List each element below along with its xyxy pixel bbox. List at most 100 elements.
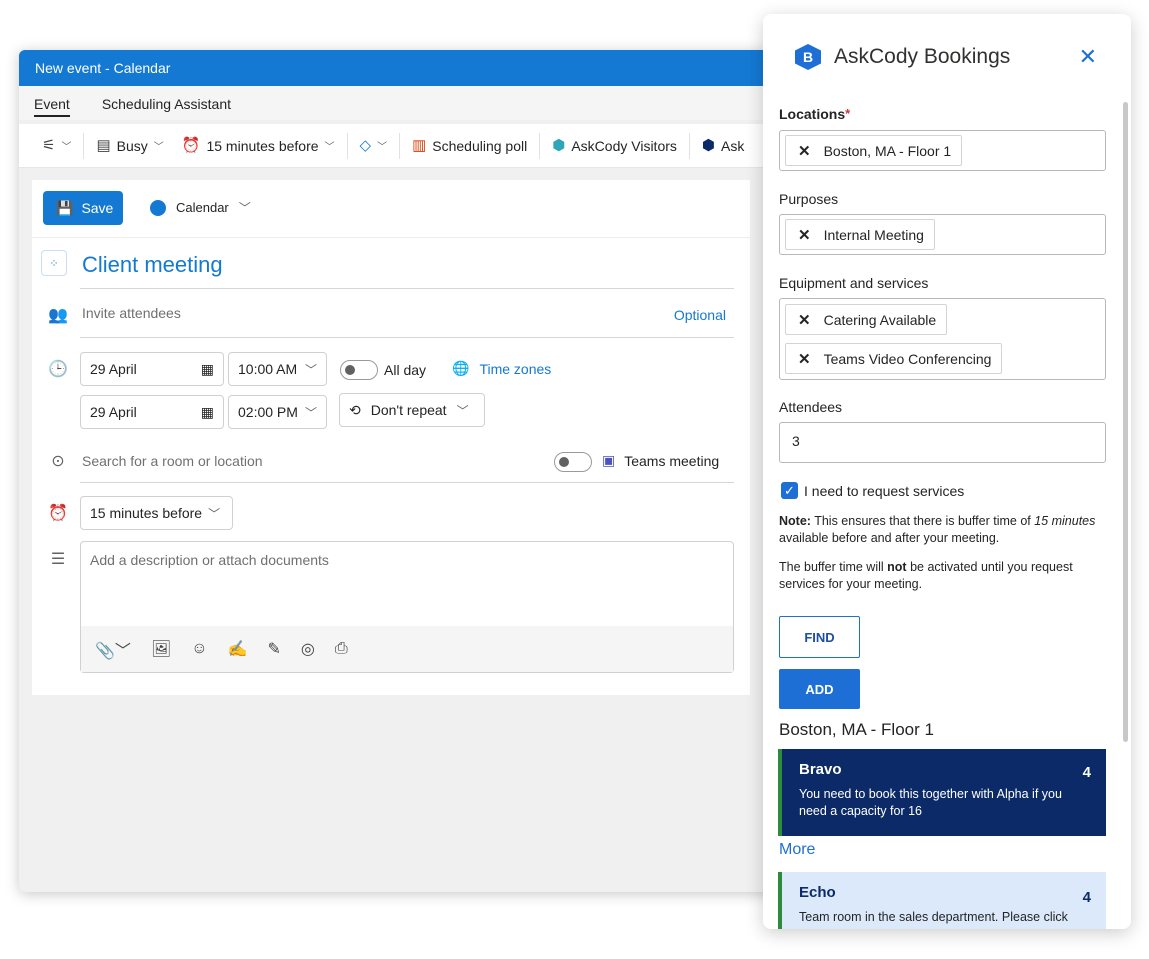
tag-icon: ◇ (359, 137, 372, 154)
insert-icon[interactable]: ⎙ (335, 640, 348, 658)
tab-scheduling-assistant[interactable]: Scheduling Assistant (102, 96, 231, 120)
all-day-toggle[interactable] (340, 360, 378, 380)
scheduling-poll-button[interactable]: ▥ Scheduling poll (403, 132, 536, 160)
location-search-input[interactable]: Search for a room or location (82, 453, 263, 469)
locations-label-text: Locations (779, 106, 846, 122)
room-description: You need to book this together with Alph… (799, 787, 1062, 818)
purposes-picker[interactable]: ✕ Internal Meeting (779, 214, 1106, 255)
draw-icon[interactable]: ✎ (268, 639, 281, 659)
add-button[interactable]: ADD (779, 669, 860, 709)
request-services-checkbox[interactable]: ✓ (781, 482, 798, 499)
chevron-down-icon: ﹀ (153, 142, 164, 153)
equipment-chip[interactable]: ✕ Teams Video Conferencing (785, 343, 1003, 374)
note-end: available before and after your meeting. (779, 531, 1000, 545)
equipment-chip-label: Catering Available (823, 311, 937, 328)
categorize-dropdown[interactable]: ◇ ﹀ (351, 132, 397, 160)
save-button[interactable]: 💾 Save (43, 191, 123, 225)
calendar-color-dot (150, 199, 166, 216)
emoji-icon[interactable]: ☺ (191, 640, 207, 658)
toolbar-divider (688, 132, 690, 159)
teams-meeting-toggle[interactable] (554, 452, 592, 472)
start-date-value: 29 April (90, 361, 137, 377)
toolbar-divider (346, 132, 348, 159)
reminder-dropdown[interactable]: ⏰ 15 minutes before ﹀ (173, 132, 344, 160)
teams-meeting-label: Teams meeting (624, 452, 720, 469)
repeat-label: Don't repeat (370, 402, 447, 418)
title-underline (80, 288, 734, 289)
equipment-label: Equipment and services (779, 275, 929, 291)
show-as-label: Busy (116, 137, 148, 154)
start-time-value: 10:00 AM (238, 361, 298, 377)
repeat-icon: ⟲ (349, 401, 361, 418)
description-editor[interactable]: Add a description or attach documents 📎﹀… (80, 541, 734, 673)
teams-meeting-label-group: ▣ Teams meeting (602, 452, 719, 469)
attendees-input[interactable]: 3 (779, 422, 1106, 463)
askcody-logo-icon: B (795, 44, 821, 70)
askcody-bookings-button[interactable]: ⬢ Ask (693, 132, 753, 160)
room-card[interactable]: Bravo 4 You need to book this together w… (778, 749, 1106, 836)
more-link[interactable]: More (779, 841, 815, 859)
locations-picker[interactable]: ✕ Boston, MA - Floor 1 (779, 130, 1106, 171)
end-date-field[interactable]: 29 April ▦ (80, 395, 224, 429)
editor-toolbar: 📎﹀ 🖼 ☺ ✍ ✎ ◎ ⎙ (81, 626, 733, 672)
purpose-chip-label: Internal Meeting (823, 226, 924, 243)
invite-attendees-input[interactable]: Invite attendees (82, 305, 181, 321)
add-person-icon: 👥 (48, 307, 68, 324)
outlook-event-window: New event - Calendar Event Scheduling As… (19, 50, 799, 892)
options-dropdown[interactable]: ⚟ ﹀ (33, 132, 80, 160)
buffer-pre: The buffer time will (779, 560, 888, 574)
alarm-icon: ⏰ (48, 505, 68, 522)
optional-attendees-link[interactable]: Optional (674, 307, 726, 323)
calendar-icon: ▦ (200, 360, 214, 377)
room-card[interactable]: Echo 4 Team room in the sales department… (778, 872, 1106, 929)
remove-icon[interactable]: ✕ (798, 350, 811, 368)
description-placeholder: Add a description or attach documents (90, 552, 329, 568)
image-icon[interactable]: 🖼 (151, 639, 171, 659)
askcody-visitors-button[interactable]: ⬢ AskCody Visitors (543, 132, 686, 160)
remove-icon[interactable]: ✕ (798, 142, 811, 160)
tab-event[interactable]: Event (34, 96, 70, 120)
panel-scrollbar[interactable] (1123, 102, 1128, 742)
calendar-selector[interactable]: Calendar ﹀ (150, 199, 251, 216)
locations-label: Locations* (779, 106, 850, 122)
format-text-icon[interactable]: ✍ (228, 639, 248, 659)
event-title-input[interactable]: Client meeting (82, 252, 223, 278)
chevron-down-icon: ﹀ (208, 506, 221, 521)
attach-icon[interactable]: 📎﹀ (95, 637, 131, 661)
divider (32, 237, 750, 238)
loop-icon[interactable]: ◎ (301, 639, 315, 659)
reminder-field-dropdown[interactable]: 15 minutes before ﹀ (80, 496, 233, 530)
save-icon: 💾 (56, 199, 74, 216)
show-as-dropdown[interactable]: ▤ Busy ﹀ (87, 132, 172, 160)
repeat-dropdown[interactable]: ⟲ Don't repeat ﹀ (339, 393, 485, 427)
purpose-chip[interactable]: ✕ Internal Meeting (785, 219, 935, 250)
chevron-down-icon: ﹀ (304, 362, 317, 377)
note-text: This ensures that there is buffer time o… (810, 514, 1035, 528)
time-zones-button[interactable]: 🌐 Time zones (452, 360, 551, 377)
room-capacity: 4 (1082, 889, 1091, 906)
close-icon[interactable]: ✕ (1079, 44, 1097, 70)
location-chip[interactable]: ✕ Boston, MA - Floor 1 (785, 135, 963, 166)
chevron-down-icon: ﹀ (238, 201, 251, 215)
equipment-chip[interactable]: ✕ Catering Available (785, 304, 948, 335)
sliders-icon: ⚟ (42, 137, 56, 154)
buffer-bold: not (887, 560, 907, 574)
toolbar-divider (83, 132, 85, 159)
start-date-field[interactable]: 29 April ▦ (80, 352, 224, 386)
location-chip-label: Boston, MA - Floor 1 (823, 142, 952, 159)
purposes-label: Purposes (779, 191, 839, 207)
remove-icon[interactable]: ✕ (798, 226, 811, 244)
calendar-label: Calendar (176, 200, 229, 215)
end-date-value: 29 April (90, 404, 137, 420)
required-mark: * (845, 106, 851, 121)
askcody-visitors-icon: ⬢ (552, 137, 566, 154)
equipment-picker[interactable]: ✕ Catering Available ✕ Teams Video Confe… (779, 298, 1106, 380)
window-title: New event - Calendar (19, 50, 799, 86)
description-icon: ☰ (50, 551, 66, 568)
event-form: 💾 Save Calendar ﹀ ⁘ Client meeting 👥 Inv… (32, 180, 750, 695)
end-time-dropdown[interactable]: 02:00 PM ﹀ (228, 395, 327, 429)
start-time-dropdown[interactable]: 10:00 AM ﹀ (228, 352, 327, 386)
find-button[interactable]: FIND (779, 616, 860, 658)
remove-icon[interactable]: ✕ (798, 311, 811, 329)
buffer-note: Note: This ensures that there is buffer … (779, 513, 1114, 547)
